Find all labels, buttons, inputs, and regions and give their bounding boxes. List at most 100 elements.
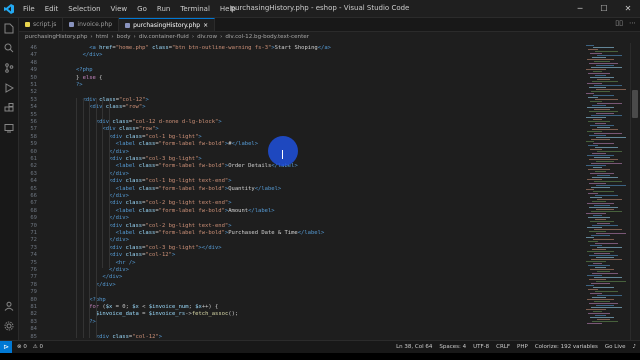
- code-line[interactable]: 46 <a href="home.php" class="btn btn-outl…: [19, 45, 574, 52]
- line-number: 54: [30, 104, 37, 111]
- code-line[interactable]: 79: [19, 289, 574, 296]
- code-line[interactable]: 76 </div>: [19, 267, 574, 274]
- minimap-line: [596, 185, 626, 186]
- menu-item-file[interactable]: File: [18, 5, 40, 13]
- breadcrumb-item[interactable]: div.col-12.bg-body.text-center: [225, 34, 309, 40]
- minimap-line: [587, 203, 614, 204]
- minimap-line: [597, 319, 610, 320]
- more-actions-icon[interactable]: ⋯: [629, 19, 636, 27]
- minimap-line: [592, 153, 606, 154]
- minimap-line: [586, 69, 606, 70]
- menu-item-selection[interactable]: Selection: [63, 5, 105, 13]
- minimap-line: [594, 205, 610, 206]
- code-line[interactable]: 48: [19, 60, 574, 67]
- code-line[interactable]: 82 $invoice_data = $invoice_rs->fetch_ass…: [19, 311, 574, 318]
- minimap-line: [594, 277, 622, 278]
- breadcrumb: purchasingHistory.php › html › body › div.cont…: [19, 32, 640, 42]
- run-debug-icon[interactable]: [0, 78, 18, 98]
- minimize-button[interactable]: ─: [568, 0, 592, 17]
- code-line[interactable]: 81 for ($x = 0; $x < $invoice_num; $x++) …: [19, 304, 574, 311]
- minimap-line: [593, 311, 602, 312]
- tab-invoice-php[interactable]: invoice.php: [63, 18, 120, 31]
- editor-actions: ▯▯ ⋯: [615, 19, 636, 27]
- line-number: 78: [30, 281, 37, 288]
- line-number: 64: [30, 178, 37, 185]
- source-control-icon[interactable]: [0, 58, 18, 78]
- text-cursor-icon: [282, 150, 283, 159]
- breadcrumb-item[interactable]: body: [117, 34, 131, 40]
- code-line[interactable]: 77 </div>: [19, 274, 574, 281]
- code-line[interactable]: 50} else {: [19, 75, 574, 82]
- code-line[interactable]: 84: [19, 326, 574, 333]
- breadcrumb-item[interactable]: purchasingHistory.php: [25, 34, 87, 40]
- notifications-bell-icon[interactable]: ♪: [632, 344, 636, 350]
- minimap-line: [588, 145, 598, 146]
- code-editor[interactable]: 46 <a href="home.php" class="btn btn-outl…: [19, 43, 574, 347]
- remote-explorer-icon[interactable]: [0, 118, 18, 138]
- maximize-button[interactable]: ☐: [592, 0, 616, 17]
- code-line[interactable]: 52: [19, 89, 574, 96]
- status-item-php[interactable]: PHP: [517, 344, 528, 350]
- indent-guide: [102, 98, 104, 268]
- breadcrumb-item[interactable]: div.container-fluid: [139, 34, 189, 40]
- explorer-icon[interactable]: [0, 18, 18, 38]
- minimap-line: [595, 147, 618, 148]
- vertical-scrollbar[interactable]: [630, 43, 640, 340]
- menu-item-help[interactable]: Help: [215, 5, 241, 13]
- indent-guide: [82, 98, 84, 338]
- status-item-go[interactable]: Go Live: [605, 344, 626, 350]
- extensions-icon[interactable]: [0, 98, 18, 118]
- window-controls: ─ ☐ ✕: [568, 0, 640, 17]
- line-number: 63: [30, 170, 37, 177]
- code-line[interactable]: 80 <?php: [19, 297, 574, 304]
- status-item-spaces[interactable]: Spaces: 4: [439, 344, 466, 350]
- status-item-colorize[interactable]: Colorize: 192 variables: [535, 344, 598, 350]
- code-line[interactable]: 47 </div>: [19, 52, 574, 59]
- minimap-line: [595, 291, 618, 292]
- minimap-line: [597, 103, 622, 104]
- scrollbar-thumb[interactable]: [632, 90, 638, 118]
- remote-indicator-icon[interactable]: ⊳: [0, 341, 12, 353]
- minimap[interactable]: [584, 43, 629, 340]
- code-text: <div class="col-1 bg-light">: [109, 133, 202, 140]
- breadcrumb-item[interactable]: html: [96, 34, 109, 40]
- minimap-line: [587, 179, 602, 180]
- menu-item-view[interactable]: View: [106, 5, 133, 13]
- errors-indicator[interactable]: ⊗ 0: [17, 344, 27, 350]
- tab-label: invoice.php: [77, 21, 113, 28]
- minimap-line: [593, 215, 602, 216]
- code-text: <div class="col-2 bg-light text-end">: [109, 222, 232, 229]
- code-text: <hr />: [115, 259, 136, 266]
- close-button[interactable]: ✕: [616, 0, 640, 17]
- close-tab-icon[interactable]: ×: [203, 22, 208, 29]
- account-icon[interactable]: [0, 296, 18, 316]
- code-line[interactable]: 78 </div>: [19, 282, 574, 289]
- minimap-line: [595, 267, 606, 268]
- status-item-ln[interactable]: Ln 38, Col 64: [396, 344, 432, 350]
- line-number: 83: [30, 318, 37, 325]
- status-item-crlf[interactable]: CRLF: [496, 344, 510, 350]
- menu-item-go[interactable]: Go: [132, 5, 152, 13]
- tab-script-js[interactable]: script.js: [19, 18, 64, 31]
- code-line[interactable]: 51 ?>: [19, 82, 574, 89]
- tab-purchasinghistory-php[interactable]: purchasingHistory.php ×: [119, 18, 216, 31]
- settings-gear-icon[interactable]: [0, 316, 18, 336]
- minimap-line: [589, 231, 606, 232]
- menu-item-terminal[interactable]: Terminal: [175, 5, 215, 13]
- code-line[interactable]: 83 ?>: [19, 319, 574, 326]
- search-icon[interactable]: [0, 38, 18, 58]
- warnings-indicator[interactable]: ⚠ 0: [33, 344, 43, 350]
- minimap-line: [596, 89, 626, 90]
- minimap-line: [588, 241, 598, 242]
- split-editor-icon[interactable]: ▯▯: [615, 19, 623, 27]
- minimap-line: [596, 161, 614, 162]
- code-text: <?php: [76, 67, 93, 74]
- code-text: <div class="col-12">: [82, 96, 149, 103]
- breadcrumb-item[interactable]: div.row: [197, 34, 217, 40]
- code-text: <label class="form-label fw-bold">#</lab…: [115, 141, 259, 148]
- code-line[interactable]: 49 <?php: [19, 67, 574, 74]
- status-item-utf[interactable]: UTF-8: [473, 344, 489, 350]
- menu-item-edit[interactable]: Edit: [40, 5, 64, 13]
- minimap-line: [596, 233, 626, 234]
- menu-item-run[interactable]: Run: [152, 5, 175, 13]
